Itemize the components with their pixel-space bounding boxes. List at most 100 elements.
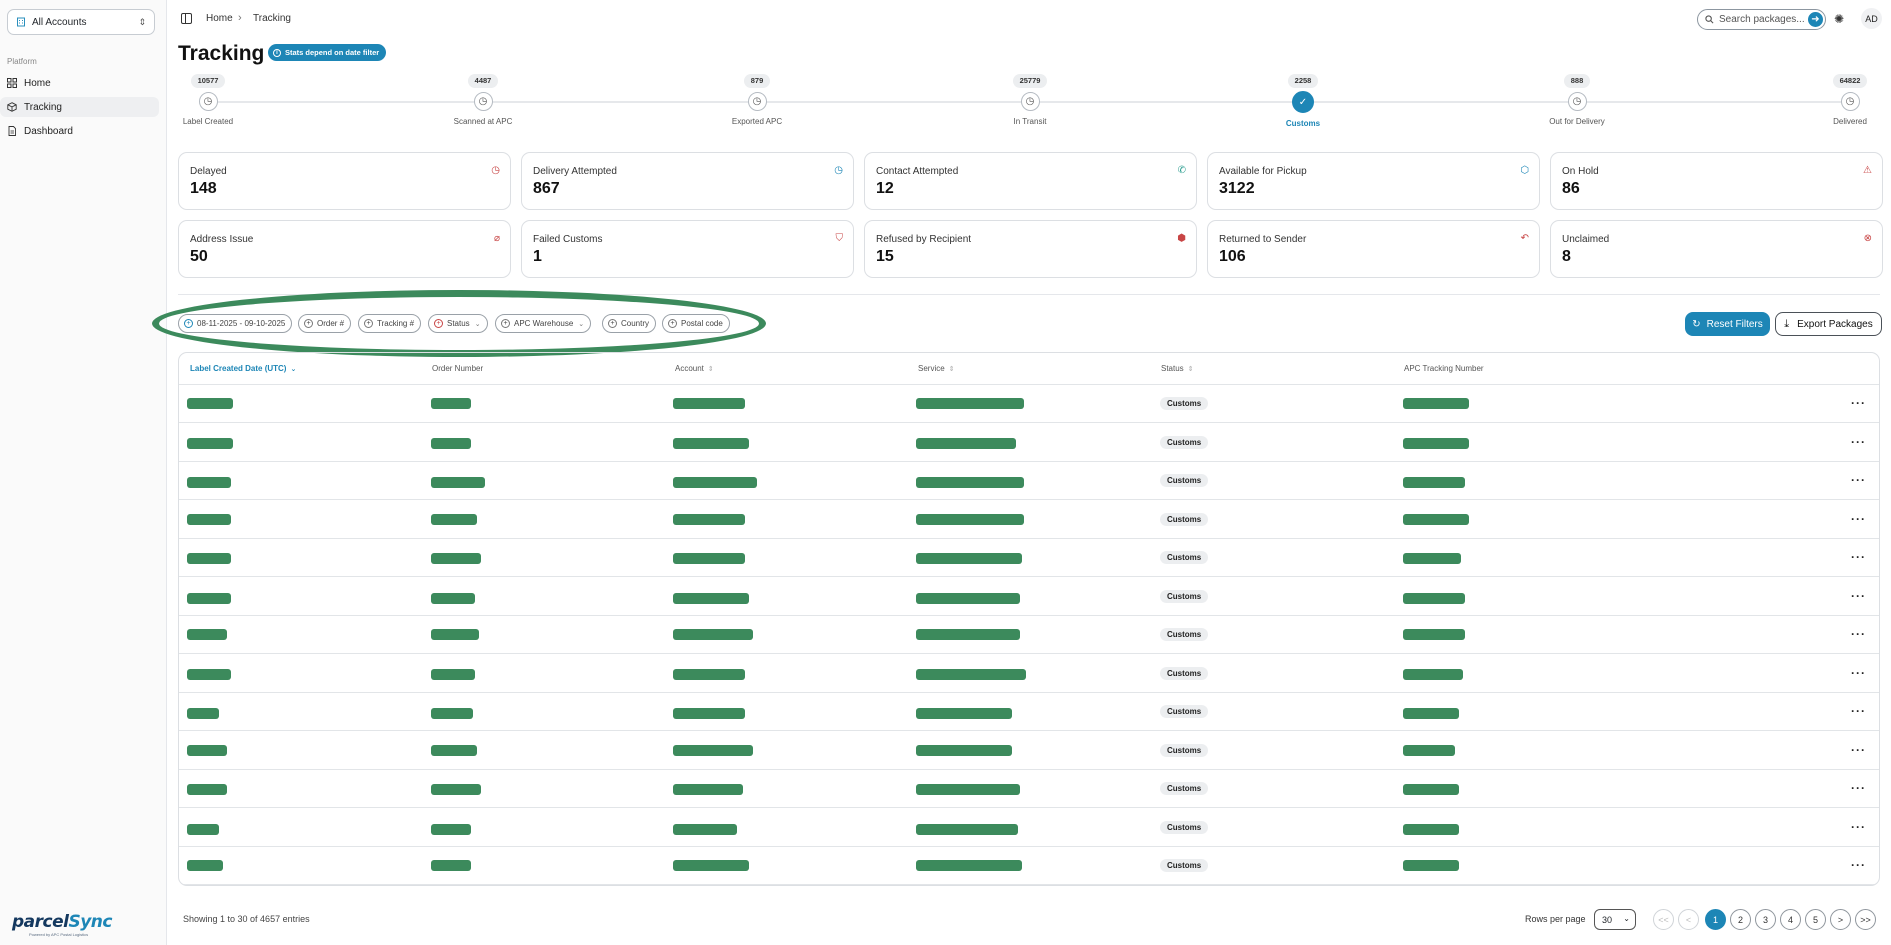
sidebar-toggle-icon[interactable] [181, 13, 192, 24]
pagination-page-2[interactable]: 2 [1730, 909, 1751, 930]
table-row[interactable]: Customs ··· [179, 424, 1879, 462]
stat-card[interactable]: On Hold 86 ⚠ [1550, 152, 1883, 210]
reset-filters-button[interactable]: ↻ Reset Filters [1685, 312, 1770, 336]
table-row[interactable]: Customs ··· [179, 578, 1879, 616]
table-row[interactable]: Customs ··· [179, 616, 1879, 654]
sun-icon[interactable]: ✺ [1834, 12, 1848, 26]
table-row[interactable]: Customs ··· [179, 770, 1879, 808]
stat-card[interactable]: Delivery Attempted 867 ◷ [521, 152, 854, 210]
plus-circle-icon: + [364, 319, 373, 328]
pagination-page-4[interactable]: 4 [1780, 909, 1801, 930]
status-step[interactable]: 879 ◷ Exported APC [697, 74, 817, 126]
plus-circle-icon: + [434, 319, 443, 328]
sidebar-item-dashboard[interactable]: Dashboard [0, 121, 159, 141]
search-input[interactable]: Search packages... ➜ [1697, 9, 1826, 30]
status-badge: Customs [1160, 435, 1209, 449]
step-label: Customs [1285, 119, 1321, 128]
clock-icon: ◷ [1840, 92, 1860, 111]
redacted-cell [1403, 860, 1459, 871]
avatar[interactable]: AD [1861, 8, 1882, 29]
stat-card[interactable]: Returned to Sender 106 ↶ [1207, 220, 1540, 278]
redacted-cell [1403, 513, 1469, 525]
more-options-icon[interactable]: ··· [1851, 704, 1866, 718]
redacted-cell [916, 744, 1012, 756]
sidebar-item-tracking[interactable]: Tracking [0, 97, 159, 117]
table-row[interactable]: Customs ··· [179, 385, 1879, 423]
step-count: 879 [743, 74, 771, 88]
pagination-last-button[interactable]: >> [1855, 909, 1876, 930]
download-icon: ⤓ [1784, 317, 1790, 330]
stat-card-value: 867 [533, 180, 560, 197]
package-x-icon: ⬢ [1177, 233, 1186, 244]
undo-icon: ↶ [1520, 233, 1529, 244]
redacted-cell [187, 398, 233, 409]
more-options-icon[interactable]: ··· [1851, 858, 1866, 872]
column-header-service[interactable]: Service ⇕ [918, 364, 955, 373]
filter-chip[interactable]: +08-11-2025 - 09-10-2025 [178, 314, 293, 333]
column-header-status[interactable]: Status ⇕ [1161, 364, 1194, 373]
more-options-icon[interactable]: ··· [1851, 627, 1866, 641]
arrow-right-icon[interactable]: ➜ [1808, 12, 1823, 27]
pagination-page-5[interactable]: 5 [1805, 909, 1826, 930]
stat-card[interactable]: Unclaimed 8 ⊗ [1550, 220, 1883, 278]
filter-chip[interactable]: + APC Warehouse ⌄ [495, 314, 592, 333]
status-step[interactable]: 25779 ◷ In Transit [970, 74, 1090, 126]
more-options-icon[interactable]: ··· [1851, 473, 1866, 487]
stat-card[interactable]: Address Issue 50 ⌀ [178, 220, 511, 278]
redacted-cell [673, 553, 745, 564]
rows-per-page-label: Rows per page [1525, 914, 1586, 924]
table-row[interactable]: Customs ··· [179, 462, 1879, 500]
more-options-icon[interactable]: ··· [1851, 512, 1866, 526]
sidebar-item-home[interactable]: Home [0, 73, 159, 93]
pagination-page-1[interactable]: 1 [1705, 909, 1726, 930]
more-options-icon[interactable]: ··· [1851, 820, 1866, 834]
stat-card[interactable]: Refused by Recipient 15 ⬢ [864, 220, 1197, 278]
more-options-icon[interactable]: ··· [1851, 435, 1866, 449]
stat-card-label: Available for Pickup [1219, 166, 1307, 177]
table-row[interactable]: Customs ··· [179, 847, 1879, 885]
more-options-icon[interactable]: ··· [1851, 396, 1866, 410]
status-step[interactable]: 10577 ◷ Label Created [148, 74, 268, 126]
filter-chip[interactable]: + Tracking # [358, 314, 422, 333]
filter-chip[interactable]: + Order # [298, 314, 352, 333]
clock-icon: ◷ [747, 92, 767, 111]
filter-chip[interactable]: + Country [602, 314, 657, 333]
pagination-prev-button[interactable]: < [1678, 909, 1699, 930]
pagination-first-button[interactable]: << [1653, 909, 1674, 930]
status-badge: Customs [1160, 397, 1209, 410]
stat-card[interactable]: Available for Pickup 3122 ⬡ [1207, 152, 1540, 210]
step-label: Out for Delivery [1549, 117, 1605, 126]
filter-chip[interactable]: + Postal code [662, 314, 730, 333]
export-packages-button[interactable]: ⤓ Export Packages [1775, 312, 1882, 336]
more-options-icon[interactable]: ··· [1851, 781, 1866, 795]
status-step[interactable]: 888 ◷ Out for Delivery [1517, 74, 1637, 126]
more-options-icon[interactable]: ··· [1851, 550, 1866, 564]
table-row[interactable]: Customs ··· [179, 732, 1879, 770]
pagination-page-3[interactable]: 3 [1755, 909, 1776, 930]
status-step[interactable]: 2258 ✓ Customs [1243, 74, 1363, 128]
status-step[interactable]: 4487 ◷ Scanned at APC [423, 74, 543, 126]
plus-circle-icon: + [608, 319, 617, 328]
more-options-icon[interactable]: ··· [1851, 589, 1866, 603]
filter-chip-label: Postal code [681, 319, 723, 328]
column-header-account[interactable]: Account ⇕ [675, 364, 714, 373]
table-row[interactable]: Customs ··· [179, 539, 1879, 577]
account-select[interactable]: All Accounts ⇕ [7, 9, 155, 35]
stat-card[interactable]: Contact Attempted 12 ✆ [864, 152, 1197, 210]
table-row[interactable]: Customs ··· [179, 501, 1879, 539]
table-row[interactable]: Customs ··· [179, 655, 1879, 693]
stat-card[interactable]: Delayed 148 ◷ [178, 152, 511, 210]
more-options-icon[interactable]: ··· [1851, 743, 1866, 757]
table-row[interactable]: Customs ··· [179, 693, 1879, 731]
sidebar: All Accounts ⇕ Platform Home Tracking Da… [0, 0, 167, 945]
stat-card[interactable]: Failed Customs 1 ⛉ [521, 220, 854, 278]
more-options-icon[interactable]: ··· [1851, 666, 1866, 680]
status-step[interactable]: 64822 ◷ Delivered [1790, 74, 1891, 126]
redacted-cell [673, 398, 745, 409]
column-header-label-created[interactable]: Label Created Date (UTC) ⌄ [190, 364, 296, 373]
pagination-next-button[interactable]: > [1830, 909, 1851, 930]
table-row[interactable]: Customs ··· [179, 809, 1879, 847]
rows-per-page-select[interactable]: 30 ⌄ [1594, 909, 1636, 930]
filter-chip[interactable]: + Status ⌄ [428, 314, 488, 333]
breadcrumb-home[interactable]: Home [206, 13, 233, 24]
